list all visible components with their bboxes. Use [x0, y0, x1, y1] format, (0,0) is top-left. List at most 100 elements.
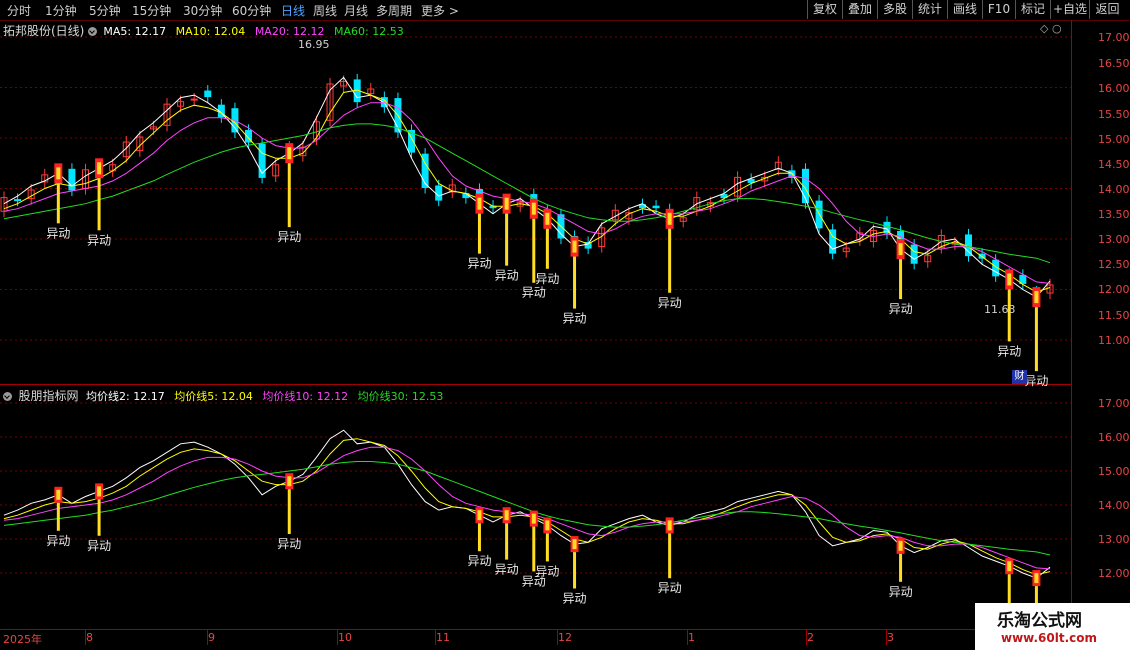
- watermark-title: 乐淘公式网: [997, 611, 1082, 631]
- y-tick: 14.00: [1098, 499, 1130, 512]
- x-tick: 8: [86, 631, 93, 644]
- candle-body: [435, 185, 443, 201]
- y-tick: 11.50: [1098, 309, 1130, 322]
- y-tick: 15.00: [1098, 133, 1130, 146]
- sub-signal-core: [97, 486, 102, 497]
- signal-label: 异动: [658, 296, 682, 310]
- y-tick: 16.50: [1098, 57, 1130, 70]
- signal-core: [287, 147, 292, 160]
- x-tick: 2: [807, 631, 814, 644]
- signal-label: 异动: [889, 302, 913, 316]
- sub-signal-label: 异动: [467, 554, 491, 568]
- candle-body: [14, 199, 22, 202]
- x-tick: 9: [208, 631, 215, 644]
- y-tick: 17.00: [1098, 31, 1130, 44]
- signal-label: 异动: [1024, 374, 1048, 388]
- indicator-title[interactable]: 股朋指标网: [19, 389, 79, 403]
- sub-signal-core: [545, 520, 550, 531]
- sub-signal-label: 异动: [277, 537, 301, 551]
- y-tick: 14.50: [1098, 158, 1130, 171]
- finance-badge[interactable]: 财: [1012, 370, 1027, 384]
- sub-ma60-line: [3, 461, 1051, 556]
- x-tick: 12: [558, 631, 572, 644]
- signal-core: [504, 197, 509, 210]
- signal-label: 异动: [535, 272, 559, 286]
- y-tick: 12.50: [1098, 258, 1130, 271]
- x-tick: 11: [436, 631, 450, 644]
- y-tick: 14.00: [1098, 183, 1130, 196]
- y-tick: 15.50: [1098, 108, 1130, 121]
- y-tick: 12.00: [1098, 567, 1130, 580]
- y-tick: 13.00: [1098, 533, 1130, 546]
- signal-label: 异动: [46, 226, 70, 240]
- sub-signal-core: [1034, 573, 1039, 584]
- ma10-label: MA10: 12.04: [175, 25, 246, 38]
- y-tick: 13.50: [1098, 208, 1130, 221]
- x-tick: 3: [887, 631, 894, 644]
- signal-label: 异动: [467, 257, 491, 271]
- y-tick: 15.00: [1098, 465, 1130, 478]
- candle-body: [68, 168, 76, 191]
- ma60-label: MA60: 12.53: [334, 25, 404, 38]
- candle-body: [652, 205, 660, 209]
- sub-signal-core: [898, 540, 903, 551]
- sub-signal-label: 异动: [535, 564, 559, 578]
- sub-signal-label: 异动: [87, 539, 111, 553]
- ma5-line: [3, 76, 1051, 298]
- signal-core: [531, 202, 536, 215]
- ma10-line: [3, 89, 1051, 293]
- high-price-label: 16.95: [298, 38, 330, 51]
- avg2-label: 均价线2: 12.17: [86, 390, 165, 403]
- sub-signal-label: 异动: [563, 592, 587, 606]
- watermark-url: www.60lt.com: [1001, 631, 1098, 645]
- dropdown-icon[interactable]: [87, 27, 97, 36]
- signal-label: 异动: [277, 230, 301, 244]
- y-tick: 16.00: [1098, 431, 1130, 444]
- y-tick: 12.00: [1098, 283, 1130, 296]
- low-price-label: 11.63: [984, 303, 1016, 316]
- signal-core: [477, 197, 482, 210]
- sub-ma5-line: [3, 429, 1051, 579]
- sub-signal-core: [477, 510, 482, 521]
- y-tick: 13.00: [1098, 233, 1130, 246]
- ma60-line: [3, 123, 1051, 264]
- avg5-label: 均价线5: 12.04: [174, 390, 253, 403]
- sub-signal-core: [572, 539, 577, 550]
- signal-label: 异动: [87, 233, 111, 247]
- avg30-label: 均价线30: 12.53: [357, 390, 444, 403]
- sub-signal-label: 异动: [495, 563, 519, 577]
- y-tick: 16.00: [1098, 82, 1130, 95]
- sub-signal-core: [504, 510, 509, 521]
- dropdown-icon[interactable]: [3, 392, 12, 401]
- signal-core: [97, 162, 102, 175]
- signal-label: 异动: [997, 344, 1021, 358]
- sub-signal-core: [667, 520, 672, 531]
- candle-body: [1019, 274, 1027, 284]
- sub-signal-core: [531, 513, 536, 524]
- sub-signal-core: [287, 476, 292, 487]
- sub-signal-label: 异动: [46, 534, 70, 548]
- sub-signal-label: 异动: [889, 585, 913, 599]
- panel-corner-icons[interactable]: ◇ ○: [1040, 22, 1062, 35]
- ma20-line: [3, 102, 1051, 284]
- sub-ma20-line: [3, 446, 1051, 570]
- sub-panel-header: 股朋指标网 均价线2: 12.17 均价线5: 12.04 均价线10: 12.…: [3, 387, 443, 404]
- watermark: 乐淘公式网 www.60lt.com: [975, 603, 1130, 650]
- x-tick: 2025年: [3, 633, 42, 646]
- signal-core: [667, 212, 672, 225]
- signal-core: [1034, 291, 1039, 304]
- signal-core: [545, 212, 550, 225]
- x-tick: 10: [338, 631, 352, 644]
- y-tick: 11.00: [1098, 334, 1130, 347]
- main-panel-header: 拓邦股份(日线) MA5: 12.17 MA10: 12.04 MA20: 12…: [3, 22, 404, 39]
- signal-label: 异动: [495, 269, 519, 283]
- signal-core: [572, 240, 577, 253]
- ma20-label: MA20: 12.12: [254, 25, 325, 38]
- signal-label: 异动: [522, 286, 546, 300]
- sub-signal-core: [56, 489, 61, 500]
- kline-chart[interactable]: 异动异动异动异动异动异动异动异动异动异动异动异动异动异动异动异动异动异动异动异动…: [0, 0, 1130, 650]
- stock-title[interactable]: 拓邦股份(日线): [3, 24, 84, 38]
- sub-signal-core: [1007, 561, 1012, 572]
- signal-core: [1007, 273, 1012, 286]
- sub-signal-label: 异动: [658, 581, 682, 595]
